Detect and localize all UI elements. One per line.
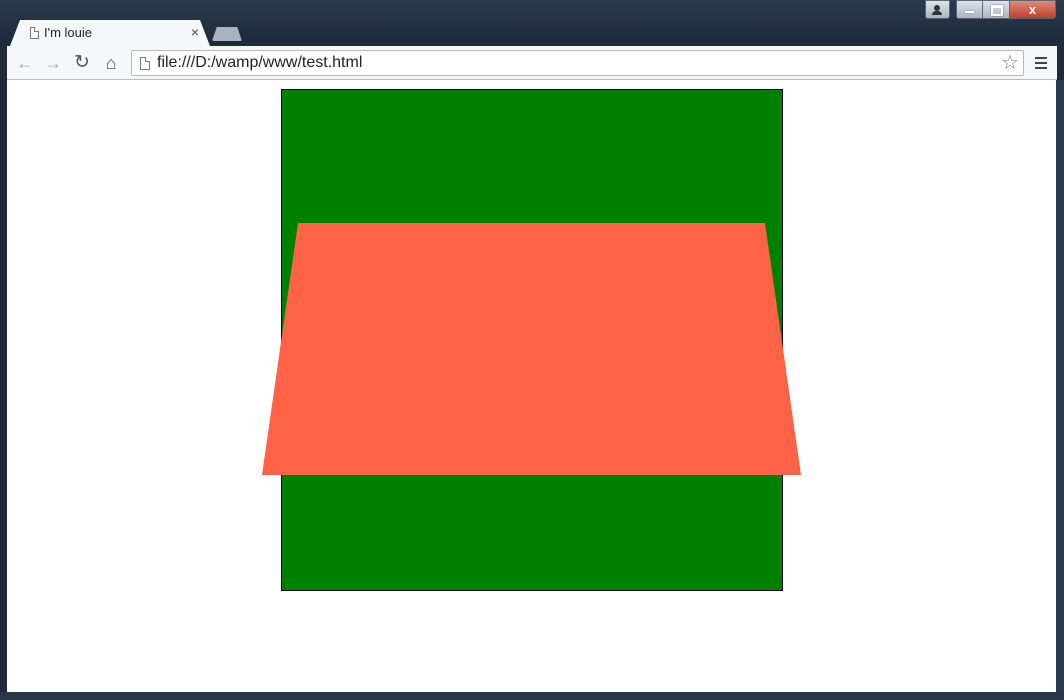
back-button[interactable]: ← — [13, 51, 37, 75]
window-edge — [1056, 80, 1064, 692]
bookmark-star-icon[interactable]: ☆ — [999, 51, 1021, 75]
page-content — [7, 80, 1056, 692]
reload-button[interactable]: ↻ — [70, 51, 94, 75]
profile-button[interactable] — [925, 0, 950, 19]
caption-buttons: x — [925, 0, 1056, 20]
tab-title: I'm louie — [44, 25, 93, 40]
browser-window: I'm louie × x ← → ↻ ⌂ file:///D:/wamp/ww… — [0, 0, 1064, 700]
maximize-button[interactable] — [983, 0, 1010, 19]
url-text[interactable]: file:///D:/wamp/www/test.html — [157, 54, 362, 72]
close-window-button[interactable]: x — [1010, 0, 1056, 19]
browser-toolbar: ← → ↻ ⌂ file:///D:/wamp/www/test.html ☆ — [7, 46, 1057, 80]
close-icon: x — [1028, 2, 1037, 17]
minimize-button[interactable] — [956, 0, 983, 19]
forward-button[interactable]: → — [41, 51, 65, 75]
home-button[interactable]: ⌂ — [99, 51, 123, 75]
tab-close-icon[interactable]: × — [188, 24, 202, 40]
page-icon — [30, 27, 39, 39]
address-bar[interactable]: file:///D:/wamp/www/test.html ☆ — [131, 50, 1024, 76]
menu-icon[interactable] — [1031, 52, 1051, 74]
page-icon — [140, 57, 150, 70]
title-bar: I'm louie × x — [0, 0, 1064, 46]
tab-active[interactable]: I'm louie × — [10, 20, 210, 46]
new-tab-button[interactable] — [212, 27, 242, 41]
window-bottom-frame — [0, 692, 1064, 700]
tomato-trapezoid — [262, 223, 801, 475]
